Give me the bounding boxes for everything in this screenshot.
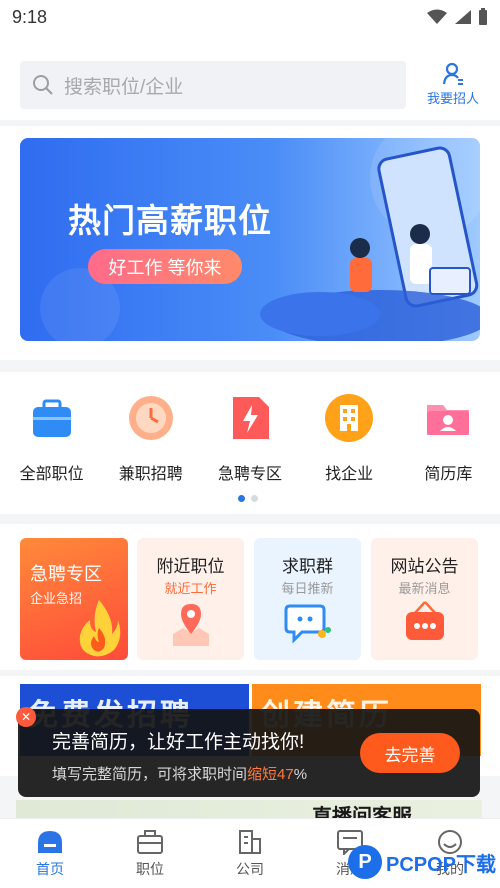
card-title: 附近职位 bbox=[156, 557, 225, 576]
announcement-card[interactable]: 网站公告 最新消息 bbox=[371, 538, 478, 660]
tab-label: 首页 bbox=[36, 861, 64, 877]
category-find-company[interactable]: 找企业 bbox=[306, 392, 392, 484]
nearby-jobs-card[interactable]: 附近职位 就近工作 bbox=[137, 538, 244, 660]
category-all-jobs[interactable]: 全部职位 bbox=[9, 392, 95, 484]
clock-icon bbox=[125, 392, 177, 444]
category-section: 全部职位 兼职招聘 急聘专区 找企业 简历库 bbox=[0, 372, 500, 514]
briefcase-icon bbox=[137, 830, 163, 854]
complete-resume-toast: ✕ 完善简历，让好工作主动找你! 填写完整简历，可将求职时间缩短47% 去完善 bbox=[16, 707, 480, 797]
watermark-text: PCPOP下载 bbox=[386, 853, 497, 876]
building-icon bbox=[239, 830, 261, 854]
complete-resume-button[interactable]: 去完善 bbox=[360, 733, 460, 773]
tab-label: 职位 bbox=[136, 861, 164, 877]
page-dot-active bbox=[238, 495, 245, 502]
card-title: 网站公告 bbox=[390, 557, 459, 576]
status-time: 9:18 bbox=[12, 6, 48, 27]
category-part-time[interactable]: 兼职招聘 bbox=[108, 392, 194, 484]
card-subtitle: 就近工作 bbox=[164, 581, 217, 596]
card-subtitle: 每日推新 bbox=[281, 581, 334, 596]
card-title: 急聘专区 bbox=[30, 564, 102, 584]
toast-title: 完善简历，让好工作主动找你! bbox=[52, 732, 305, 753]
header: 搜索职位/企业 我要招人 bbox=[0, 34, 500, 120]
job-group-card[interactable]: 求职群 每日推新 bbox=[254, 538, 361, 660]
flame-icon bbox=[79, 600, 121, 657]
notice-board-icon bbox=[371, 600, 478, 644]
banner-section: 热门高薪职位 好工作 等你来 bbox=[0, 126, 500, 360]
search-placeholder: 搜索职位/企业 bbox=[64, 76, 184, 98]
status-bar: 9:18 bbox=[0, 0, 500, 34]
category-label: 找企业 bbox=[325, 466, 374, 483]
toast-desc-prefix: 填写完整简历，可将求职时间 bbox=[52, 766, 248, 783]
search-icon bbox=[33, 75, 53, 95]
page-indicator bbox=[238, 495, 258, 502]
wifi-icon bbox=[427, 9, 447, 24]
banner-title: 热门高薪职位 bbox=[68, 202, 272, 239]
lightning-doc-icon bbox=[224, 392, 276, 444]
category-urgent[interactable]: 急聘专区 bbox=[207, 392, 293, 484]
category-label: 简历库 bbox=[424, 466, 473, 483]
briefcase-icon bbox=[26, 392, 78, 444]
banner-pill: 好工作 等你来 bbox=[88, 249, 242, 284]
tab-company[interactable]: 公司 bbox=[210, 819, 290, 888]
urgent-card[interactable]: 急聘专区 企业急招 bbox=[20, 538, 128, 660]
toast-desc-highlight: 缩短47 bbox=[247, 766, 294, 783]
feature-cards: 急聘专区 企业急招 附近职位 就近工作 求职群 每日推新 网站公告 最新消息 bbox=[0, 524, 500, 670]
category-resume-library[interactable]: 简历库 bbox=[405, 392, 491, 484]
chat-group-icon bbox=[254, 600, 361, 646]
recruit-button[interactable]: 我要招人 bbox=[424, 62, 482, 107]
tab-label: 公司 bbox=[236, 861, 264, 877]
category-row: 全部职位 兼职招聘 急聘专区 找企业 简历库 bbox=[0, 392, 500, 484]
category-label: 急聘专区 bbox=[217, 466, 282, 483]
status-icons bbox=[426, 8, 488, 26]
tab-jobs[interactable]: 职位 bbox=[110, 819, 190, 888]
hot-jobs-banner[interactable]: 热门高薪职位 好工作 等你来 bbox=[20, 138, 480, 341]
card-subtitle: 最新消息 bbox=[398, 581, 451, 596]
recruit-label: 我要招人 bbox=[426, 91, 479, 106]
card-title: 求职群 bbox=[282, 557, 333, 576]
category-label: 兼职招聘 bbox=[118, 466, 183, 483]
signal-icon bbox=[455, 10, 471, 24]
search-input[interactable]: 搜索职位/企业 bbox=[20, 61, 406, 109]
close-icon[interactable]: ✕ bbox=[16, 707, 36, 727]
site-watermark: P PCPOP下载 bbox=[348, 842, 498, 882]
recruit-user-icon bbox=[442, 62, 463, 85]
toast-description: 填写完整简历，可将求职时间缩短47% bbox=[52, 763, 307, 784]
battery-icon bbox=[479, 8, 487, 25]
folder-user-icon bbox=[422, 392, 474, 444]
tab-home[interactable]: 首页 bbox=[10, 819, 90, 888]
building-icon bbox=[323, 392, 375, 444]
category-label: 全部职位 bbox=[19, 466, 84, 483]
watermark-logo: P bbox=[348, 845, 382, 879]
home-icon bbox=[38, 831, 62, 853]
map-pin-icon bbox=[137, 600, 244, 648]
toast-desc-suffix: % bbox=[293, 766, 308, 783]
page-dot bbox=[251, 495, 258, 502]
